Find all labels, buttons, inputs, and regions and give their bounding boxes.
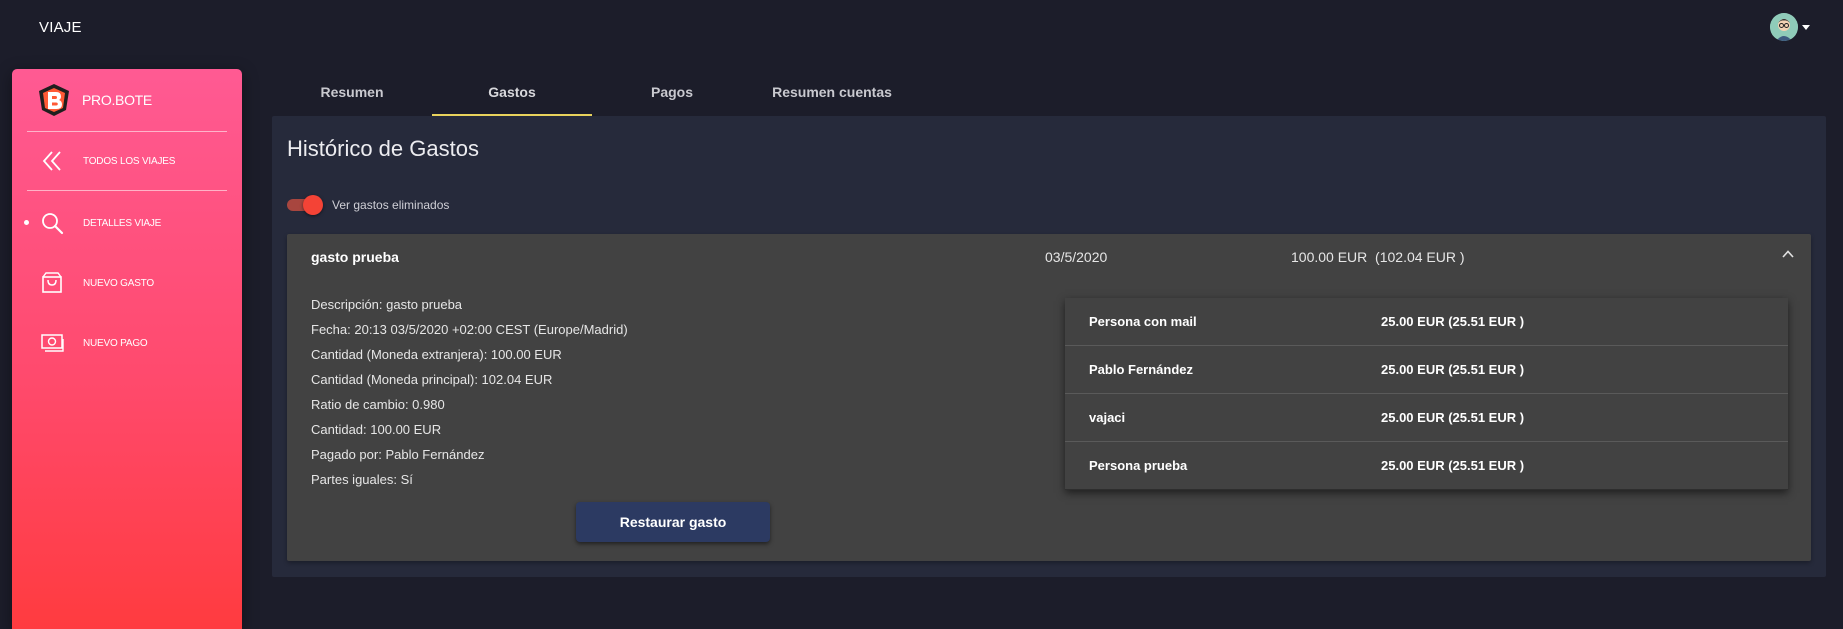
expense-header[interactable]: gasto prueba 03/5/2020 100.00 EUR (102.0… (287, 234, 1811, 282)
expense-amount: 100.00 EUR (102.04 EUR ) (1291, 249, 1465, 265)
sidebar-item-new-expense[interactable]: NUEVO GASTO (12, 253, 242, 313)
split-person: Persona prueba (1089, 458, 1188, 473)
chevron-up-icon[interactable] (1781, 247, 1795, 261)
sidebar-item-label: NUEVO GASTO (83, 277, 154, 289)
split-amount: 25.00 EUR (25.51 EUR ) (1381, 410, 1525, 425)
expense-details: Descripción: gasto prueba Fecha: 20:13 0… (311, 297, 628, 497)
expense-name: gasto prueba (311, 249, 399, 265)
split-person: vajaci (1089, 410, 1126, 425)
sidebar-item-label: DETALLES VIAJE (83, 217, 162, 229)
detail-amount: Cantidad: 100.00 EUR (311, 422, 442, 437)
split-amount: 25.00 EUR (25.51 EUR ) (1381, 314, 1525, 329)
brand-name: PRO.BOTE (82, 92, 152, 108)
table-row: vajaci 25.00 EUR (25.51 EUR ) (1065, 394, 1788, 442)
sidebar-item-label: TODOS LOS VIAJES (83, 155, 176, 167)
table-row: Persona con mail 25.00 EUR (25.51 EUR ) (1065, 298, 1788, 346)
expense-date: 03/5/2020 (1045, 249, 1108, 265)
tab-resumen[interactable]: Resumen (272, 74, 432, 116)
table-row: Pablo Fernández 25.00 EUR (25.51 EUR ) (1065, 346, 1788, 394)
search-icon (42, 213, 64, 235)
detail-equal-parts: Partes iguales: Sí (311, 472, 413, 487)
split-table: Persona con mail 25.00 EUR (25.51 EUR ) … (1065, 298, 1788, 490)
show-deleted-toggle[interactable] (287, 195, 323, 215)
split-person: Persona con mail (1089, 314, 1197, 329)
sidebar-item-all-trips[interactable]: TODOS LOS VIAJES (12, 132, 242, 190)
double-chevron-left-icon (42, 151, 61, 171)
sidebar-item-label: NUEVO PAGO (83, 337, 148, 349)
detail-foreign-amount: Cantidad (Moneda extranjera): 100.00 EUR (311, 347, 562, 362)
tab-resumen-cuentas[interactable]: Resumen cuentas (752, 74, 912, 116)
logo-icon (39, 84, 69, 116)
top-bar: VIAJE (0, 0, 1843, 54)
user-menu[interactable] (1770, 13, 1810, 41)
table-row: Persona prueba 25.00 EUR (25.51 EUR ) (1065, 442, 1788, 490)
expenses-panel: Histórico de Gastos Ver gastos eliminado… (272, 116, 1826, 577)
divider (27, 190, 227, 191)
tab-pagos[interactable]: Pagos (592, 74, 752, 116)
sidebar-item-trip-details[interactable]: DETALLES VIAJE (12, 193, 242, 253)
detail-description: Descripción: gasto prueba (311, 297, 463, 312)
split-amount: 25.00 EUR (25.51 EUR ) (1381, 362, 1525, 377)
detail-exchange-rate: Ratio de cambio: 0.980 (311, 397, 445, 412)
toggle-knob[interactable] (303, 195, 323, 215)
tab-bar: Resumen Gastos Pagos Resumen cuentas (272, 74, 912, 116)
brand[interactable]: PRO.BOTE (12, 69, 242, 131)
money-icon (41, 334, 64, 352)
show-deleted-toggle-row: Ver gastos eliminados (287, 195, 449, 215)
app-title: VIAJE (39, 18, 82, 36)
detail-paid-by: Pagado por: Pablo Fernández (311, 447, 485, 462)
chevron-down-icon[interactable] (1802, 24, 1810, 30)
split-amount: 25.00 EUR (25.51 EUR ) (1381, 458, 1525, 473)
toggle-label: Ver gastos eliminados (332, 198, 450, 212)
page-title: Histórico de Gastos (287, 136, 479, 161)
sidebar: PRO.BOTE TODOS LOS VIAJES DETALLES VIAJE… (12, 69, 242, 629)
tab-gastos[interactable]: Gastos (432, 74, 592, 116)
avatar-icon[interactable] (1770, 13, 1798, 41)
detail-main-amount: Cantidad (Moneda principal): 102.04 EUR (311, 372, 553, 387)
detail-date: Fecha: 20:13 03/5/2020 +02:00 CEST (Euro… (311, 322, 628, 337)
shopping-bag-icon (42, 272, 62, 293)
sidebar-item-new-payment[interactable]: NUEVO PAGO (12, 313, 242, 373)
split-person: Pablo Fernández (1089, 362, 1194, 377)
restore-expense-button[interactable]: Restaurar gasto (576, 502, 770, 542)
expense-card: gasto prueba 03/5/2020 100.00 EUR (102.0… (287, 234, 1811, 561)
